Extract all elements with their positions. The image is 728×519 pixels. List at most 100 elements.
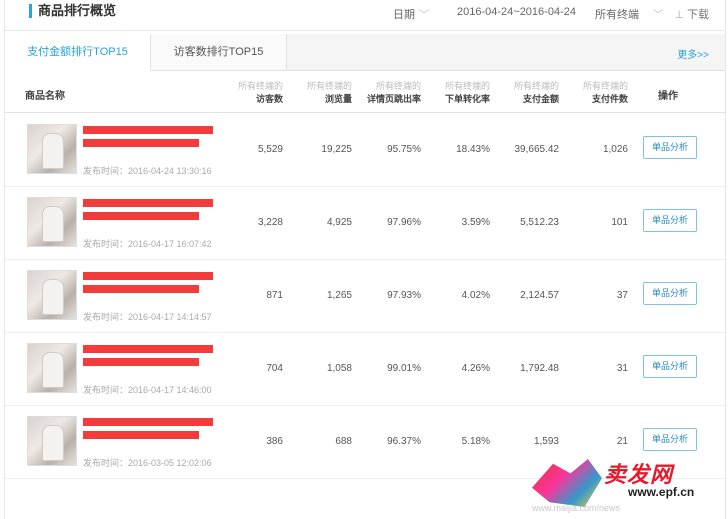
item-analysis-button[interactable]: 单品分析 <box>643 209 697 232</box>
chevron-down-icon: ﹀ <box>419 10 429 21</box>
pay-amount-value: 2,124.57 <box>520 290 559 301</box>
watermark-site: www.epf.cn <box>628 485 695 499</box>
bounce-value: 97.96% <box>387 217 421 228</box>
product-thumbnail[interactable] <box>27 197 77 247</box>
publish-time: 发布时间：2016-04-17 14:46:00 <box>83 385 212 395</box>
col-action: 操作 <box>658 91 678 102</box>
item-analysis-button[interactable]: 单品分析 <box>643 282 697 305</box>
watermark: 卖发网 www.epf.cn www.maijia.com/news <box>532 455 722 515</box>
product-thumbnail[interactable] <box>27 270 77 320</box>
publish-time: 发布时间：2016-03-05 12:02:06 <box>83 458 212 468</box>
col-visitors[interactable]: 所有终端的 访客数 <box>238 80 283 106</box>
tab-pay-amount-top15[interactable]: 支付金额排行TOP15 <box>5 34 151 71</box>
pay-count-value: 1,026 <box>602 144 628 155</box>
redacted-title-bar <box>83 139 199 147</box>
col-terminal-prefix: 所有终端的 <box>237 81 283 91</box>
download-label: 下载 <box>687 9 709 21</box>
terminal-label: 所有终端 <box>595 9 639 21</box>
redacted-title-bar <box>83 431 199 439</box>
bounce-value: 96.37% <box>387 436 421 447</box>
bounce-value: 95.75% <box>387 144 421 155</box>
table-row: 发布时间：2016-04-17 14:14:57 871 1,265 97.93… <box>5 260 725 333</box>
publish-time: 发布时间：2016-04-17 16:07:42 <box>83 239 212 249</box>
col-bounce-rate[interactable]: 所有终端的 详情页跳出率 <box>367 80 421 106</box>
col-terminal-prefix: 所有终端的 <box>582 81 628 91</box>
product-photo <box>42 352 64 388</box>
col-terminal-prefix: 所有终端的 <box>375 81 421 91</box>
redacted-title-bar <box>83 272 213 280</box>
col-pay-count[interactable]: 所有终端的 支付件数 <box>583 80 628 106</box>
pageviews-value: 19,225 <box>321 144 352 155</box>
redacted-title-bar <box>83 212 199 220</box>
pageviews-value: 688 <box>335 436 352 447</box>
pay-amount-value: 39,665.42 <box>514 144 560 155</box>
pageviews-value: 1,058 <box>326 363 352 374</box>
watermark-logo <box>532 459 602 507</box>
download-icon: ⊥ <box>674 9 684 21</box>
publish-time: 发布时间：2016-04-17 14:14:57 <box>83 312 212 322</box>
col-label: 浏览量 <box>324 94 352 104</box>
conversion-value: 18.43% <box>456 144 490 155</box>
pay-amount-value: 1,593 <box>533 436 559 447</box>
product-thumbnail[interactable] <box>27 124 77 174</box>
bounce-value: 99.01% <box>387 363 421 374</box>
redacted-title-bar <box>83 358 199 366</box>
product-thumbnail[interactable] <box>27 343 77 393</box>
chevron-down-icon: ﹀ <box>653 10 663 21</box>
col-conversion-rate[interactable]: 所有终端的 下单转化率 <box>445 80 490 106</box>
pageviews-value: 1,265 <box>326 290 352 301</box>
table-header: 商品名称 所有终端的 访客数 所有终端的 浏览量 所有终端的 详情页跳出率 所有… <box>5 76 725 113</box>
product-thumbnail[interactable] <box>27 416 77 466</box>
table-row: 发布时间：2016-04-17 16:07:42 3,228 4,925 97.… <box>5 187 725 260</box>
top-bar: 商品排行概览 日期 ﹀ 2016-04-24~2016-04-24 所有终端 ﹀ ⊥… <box>5 0 725 31</box>
ranking-panel: 商品排行概览 日期 ﹀ 2016-04-24~2016-04-24 所有终端 ﹀ ⊥… <box>4 0 726 519</box>
product-photo <box>42 133 64 169</box>
conversion-value: 5.18% <box>461 436 490 447</box>
watermark-url: www.maijia.com/news <box>532 503 621 513</box>
date-range[interactable]: 2016-04-24~2016-04-24 <box>457 6 576 18</box>
redacted-title-bar <box>83 418 213 426</box>
visitors-value: 871 <box>266 290 283 301</box>
pay-count-value: 21 <box>616 436 628 447</box>
redacted-title-bar <box>83 285 199 293</box>
download-button[interactable]: ⊥ 下载 <box>674 6 709 22</box>
table-row: 发布时间：2016-04-17 14:46:00 704 1,058 99.01… <box>5 333 725 406</box>
col-label: 支付金额 <box>522 94 559 104</box>
terminal-filter[interactable]: 所有终端 ﹀ <box>595 6 663 22</box>
tab-bar: 支付金额排行TOP15 访客数排行TOP15 更多>> <box>5 34 725 71</box>
publish-time: 发布时间：2016-04-24 13:30:16 <box>83 166 212 176</box>
table-row: 发布时间：2016-04-24 13:30:16 5,529 19,225 95… <box>5 114 725 187</box>
visitors-value: 386 <box>266 436 283 447</box>
conversion-value: 3.59% <box>461 217 490 228</box>
product-photo <box>42 425 64 461</box>
product-photo <box>42 206 64 242</box>
redacted-title-bar <box>83 199 213 207</box>
col-label: 下单转化率 <box>444 94 490 104</box>
col-terminal-prefix: 所有终端的 <box>306 81 352 91</box>
col-pageviews[interactable]: 所有终端的 浏览量 <box>307 80 352 106</box>
pageviews-value: 4,925 <box>326 217 352 228</box>
panel-title: 商品排行概览 <box>29 4 116 18</box>
more-link[interactable]: 更多>> <box>677 46 709 61</box>
col-terminal-prefix: 所有终端的 <box>444 81 490 91</box>
pay-count-value: 31 <box>616 363 628 374</box>
item-analysis-button[interactable]: 单品分析 <box>643 428 697 451</box>
col-pay-amount[interactable]: 所有终端的 支付金额 <box>514 80 559 106</box>
redacted-title-bar <box>83 345 213 353</box>
pay-count-value: 101 <box>611 217 628 228</box>
product-photo <box>42 279 64 315</box>
visitors-value: 704 <box>266 363 283 374</box>
item-analysis-button[interactable]: 单品分析 <box>643 355 697 378</box>
item-analysis-button[interactable]: 单品分析 <box>643 136 697 159</box>
col-label: 支付件数 <box>591 94 628 104</box>
visitors-value: 3,228 <box>257 217 283 228</box>
visitors-value: 5,529 <box>257 144 283 155</box>
conversion-value: 4.26% <box>461 363 490 374</box>
tab-visitors-top15[interactable]: 访客数排行TOP15 <box>151 34 287 70</box>
date-filter[interactable]: 日期 ﹀ <box>393 6 429 22</box>
pay-amount-value: 5,512.23 <box>520 217 559 228</box>
col-label: 详情页跳出率 <box>366 94 421 104</box>
col-terminal-prefix: 所有终端的 <box>513 81 559 91</box>
date-label: 日期 <box>393 9 415 21</box>
conversion-value: 4.02% <box>461 290 490 301</box>
